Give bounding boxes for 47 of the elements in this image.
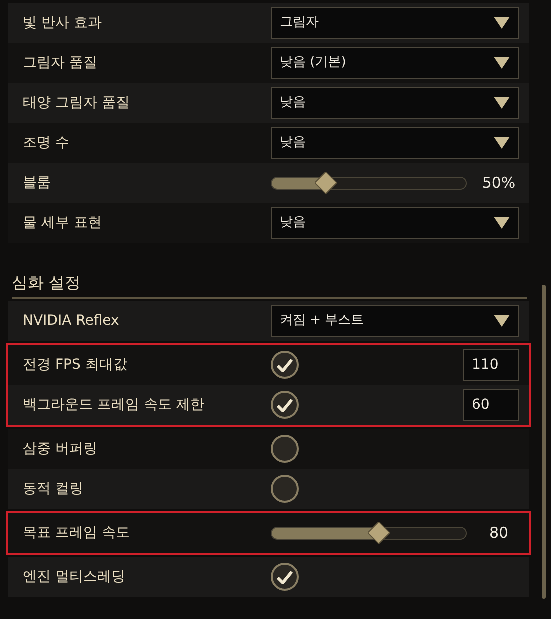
checkbox[interactable]	[271, 435, 299, 463]
dropdown[interactable]: 낮음	[271, 127, 519, 159]
checkbox[interactable]	[271, 563, 299, 591]
dropdown[interactable]: 켜짐 + 부스트	[271, 305, 519, 337]
setting-label: 삼중 버퍼링	[23, 440, 98, 458]
setting-label: 백그라운드 프레임 속도 제한	[23, 396, 204, 414]
caret-icon	[494, 137, 510, 149]
setting-label: 동적 컬링	[23, 480, 84, 498]
dropdown-value: 낮음	[280, 214, 306, 232]
setting-label: 조명 수	[23, 134, 70, 152]
number-field[interactable]: 60	[463, 389, 519, 421]
dropdown-value: 그림자	[280, 14, 319, 32]
slider-value: 50%	[481, 172, 517, 194]
setting-label: 그림자 품질	[23, 54, 98, 72]
caret-icon	[494, 17, 510, 29]
setting-label: 전경 FPS 최대값	[23, 356, 128, 374]
scrollbar[interactable]	[542, 285, 546, 599]
checkbox[interactable]	[271, 391, 299, 419]
setting-label: NVIDIA Reflex	[23, 312, 120, 330]
section-heading: 심화 설정	[12, 271, 527, 299]
dropdown-value: 낮음 (기본)	[280, 54, 346, 72]
slider-thumb[interactable]	[315, 172, 338, 194]
caret-icon	[494, 315, 510, 327]
number-field[interactable]: 110	[463, 349, 519, 381]
caret-icon	[494, 57, 510, 69]
check-icon	[277, 358, 293, 372]
check-icon	[277, 398, 293, 412]
dropdown[interactable]: 그림자	[271, 7, 519, 39]
setting-label: 블룸	[23, 174, 51, 192]
check-icon	[277, 570, 293, 584]
checkbox[interactable]	[271, 475, 299, 503]
setting-label: 태양 그림자 품질	[23, 94, 130, 112]
dropdown[interactable]: 낮음 (기본)	[271, 47, 519, 79]
slider-value: 80	[488, 522, 510, 544]
caret-icon	[494, 217, 510, 229]
slider-thumb[interactable]	[368, 522, 390, 544]
setting-label: 빛 반사 효과	[23, 14, 102, 32]
setting-label: 물 세부 표현	[23, 214, 102, 232]
dropdown[interactable]: 낮음	[271, 87, 519, 119]
dropdown-value: 켜짐 + 부스트	[280, 312, 364, 330]
setting-label: 엔진 멀티스레딩	[23, 568, 126, 586]
dropdown[interactable]: 낮음	[271, 207, 519, 239]
caret-icon	[494, 97, 510, 109]
setting-label: 목표 프레임 속도	[23, 524, 130, 542]
checkbox[interactable]	[271, 351, 299, 379]
dropdown-value: 낮음	[280, 94, 306, 112]
dropdown-value: 낮음	[280, 134, 306, 152]
